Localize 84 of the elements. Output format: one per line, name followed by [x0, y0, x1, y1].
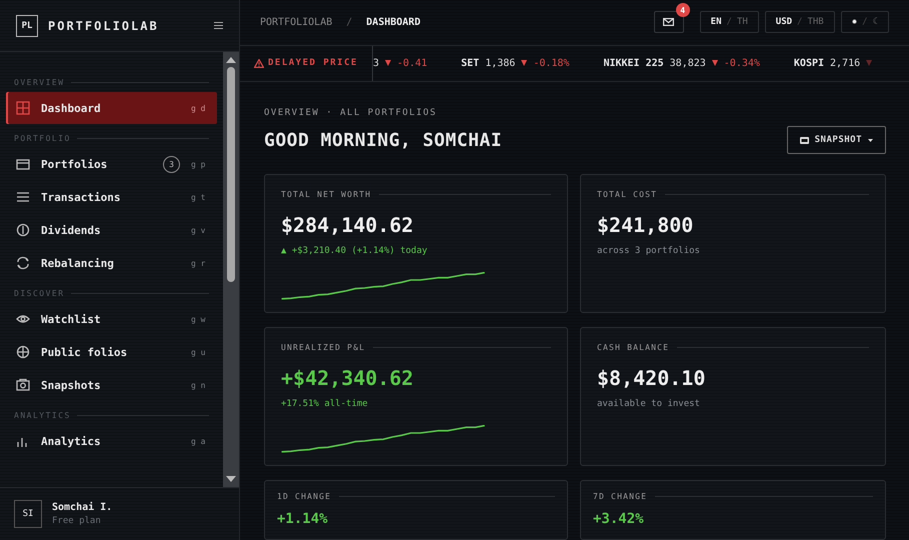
- toggle-option[interactable]: ✹: [852, 17, 858, 28]
- breadcrumb-separator: /: [346, 16, 352, 28]
- card-value: $241,800: [597, 213, 694, 237]
- snapshot-button[interactable]: SNAPSHOT: [786, 126, 886, 154]
- section-heading: PORTFOLIO: [14, 134, 71, 143]
- list-icon: [16, 190, 30, 204]
- coin-icon: [16, 223, 30, 237]
- nav-item[interactable]: Rebalancing g r: [6, 247, 217, 279]
- card-title: TOTAL COST: [597, 190, 658, 199]
- card-title: TOTAL NET WORTH: [281, 190, 372, 199]
- shortcut-hint: g w: [191, 314, 206, 324]
- ticker-change: -0.18%: [533, 58, 570, 69]
- nav-item[interactable]: Portfolios 3 g p: [6, 148, 217, 180]
- card-note: across 3 portfolios: [597, 246, 701, 256]
- overview-label: OVERVIEW · ALL PORTFOLIOS: [264, 108, 438, 118]
- card-title: 7D CHANGE: [593, 492, 648, 501]
- nav-item[interactable]: Dashboard g d: [6, 92, 217, 124]
- greeting-heading: GOOD MORNING, SOMCHAI: [264, 130, 502, 150]
- caret-icon: [868, 138, 873, 142]
- section-heading: ANALYTICS: [14, 411, 71, 420]
- notification-badge: 4: [676, 3, 690, 18]
- menu-icon[interactable]: [214, 22, 223, 29]
- ticker-symbol: KOSPI: [794, 58, 824, 69]
- toggle-separator: /: [797, 17, 802, 28]
- toggle-option[interactable]: USD: [776, 17, 792, 28]
- user-avatar[interactable]: SI: [14, 500, 42, 528]
- card-value: +3.42%: [593, 511, 645, 527]
- card-value: +$42,340.62: [281, 366, 414, 390]
- toggle-separator: /: [862, 17, 868, 28]
- card-title: 1D CHANGE: [277, 492, 332, 501]
- nav-item[interactable]: Snapshots g n: [6, 369, 217, 401]
- card-note: +17.51% all-time: [281, 399, 369, 409]
- camera-icon: [16, 378, 30, 392]
- ticker-change: -0.34%: [724, 58, 760, 69]
- nav-item[interactable]: Dividends g v: [6, 214, 217, 246]
- toggle-separator: /: [726, 17, 732, 28]
- sync-icon: [16, 256, 30, 270]
- shortcut-hint: g v: [191, 226, 206, 234]
- ticker-value: 2,716: [830, 58, 860, 69]
- scroll-down-icon[interactable]: [226, 476, 236, 483]
- ticker-symbol: NIKKEI 225: [603, 58, 664, 69]
- shortcut-hint: g t: [191, 192, 206, 202]
- scroll-up-icon[interactable]: [226, 56, 236, 63]
- nav-item[interactable]: Watchlist g w: [6, 303, 217, 335]
- scrollbar[interactable]: [223, 52, 239, 487]
- card-icon: [16, 157, 30, 171]
- shortcut-hint: g r: [191, 258, 206, 268]
- ticker-value: 38,823: [670, 58, 706, 69]
- breadcrumb-item[interactable]: PORTFOLIOLAB: [260, 16, 332, 28]
- ticker-value: 3: [373, 58, 380, 69]
- shortcut-hint: g p: [191, 160, 206, 168]
- nav-item[interactable]: Transactions g t: [6, 181, 217, 213]
- scrollbar-thumb[interactable]: [227, 67, 235, 282]
- shortcut-hint: g a: [191, 436, 206, 446]
- count-badge: 3: [163, 156, 180, 172]
- logo-mark: PL: [16, 14, 38, 36]
- grid-icon: [16, 101, 30, 115]
- section-heading: DISCOVER: [14, 289, 65, 298]
- section-heading: OVERVIEW: [14, 78, 65, 87]
- card-title: CASH BALANCE: [597, 343, 670, 352]
- user-plan: Free plan: [52, 516, 102, 526]
- card-note: ▲ +$3,210.40 (+1.14%) today: [281, 246, 428, 256]
- globe-icon: [16, 345, 30, 359]
- brand-name: PORTFOLIOLAB: [48, 18, 160, 32]
- snapshot-icon: [800, 136, 809, 144]
- delayed-price-notice: DELAYED PRICE: [240, 46, 373, 81]
- nav-item[interactable]: Analytics g a: [6, 425, 217, 457]
- shortcut-hint: g n: [191, 380, 206, 390]
- envelope-icon: [663, 18, 674, 26]
- ticker-value: 1,386: [485, 58, 516, 69]
- breadcrumb-item: DASHBOARD: [366, 16, 420, 28]
- card-value: $284,140.62: [281, 213, 414, 237]
- nav-item[interactable]: Public folios g u: [6, 336, 217, 368]
- card-note: available to invest: [597, 399, 701, 409]
- card-value: +1.14%: [277, 511, 329, 527]
- card-title: UNREALIZED P&L: [281, 343, 366, 352]
- warning-icon: [254, 58, 264, 68]
- user-name: Somchai I.: [52, 502, 112, 513]
- shortcut-hint: g u: [191, 348, 206, 356]
- ticker-change: -0.41: [397, 58, 428, 69]
- toggle-option[interactable]: EN: [710, 17, 722, 28]
- shortcut-hint: g d: [191, 104, 206, 112]
- card-value: $8,420.10: [597, 366, 706, 390]
- ticker-symbol: SET: [461, 58, 480, 69]
